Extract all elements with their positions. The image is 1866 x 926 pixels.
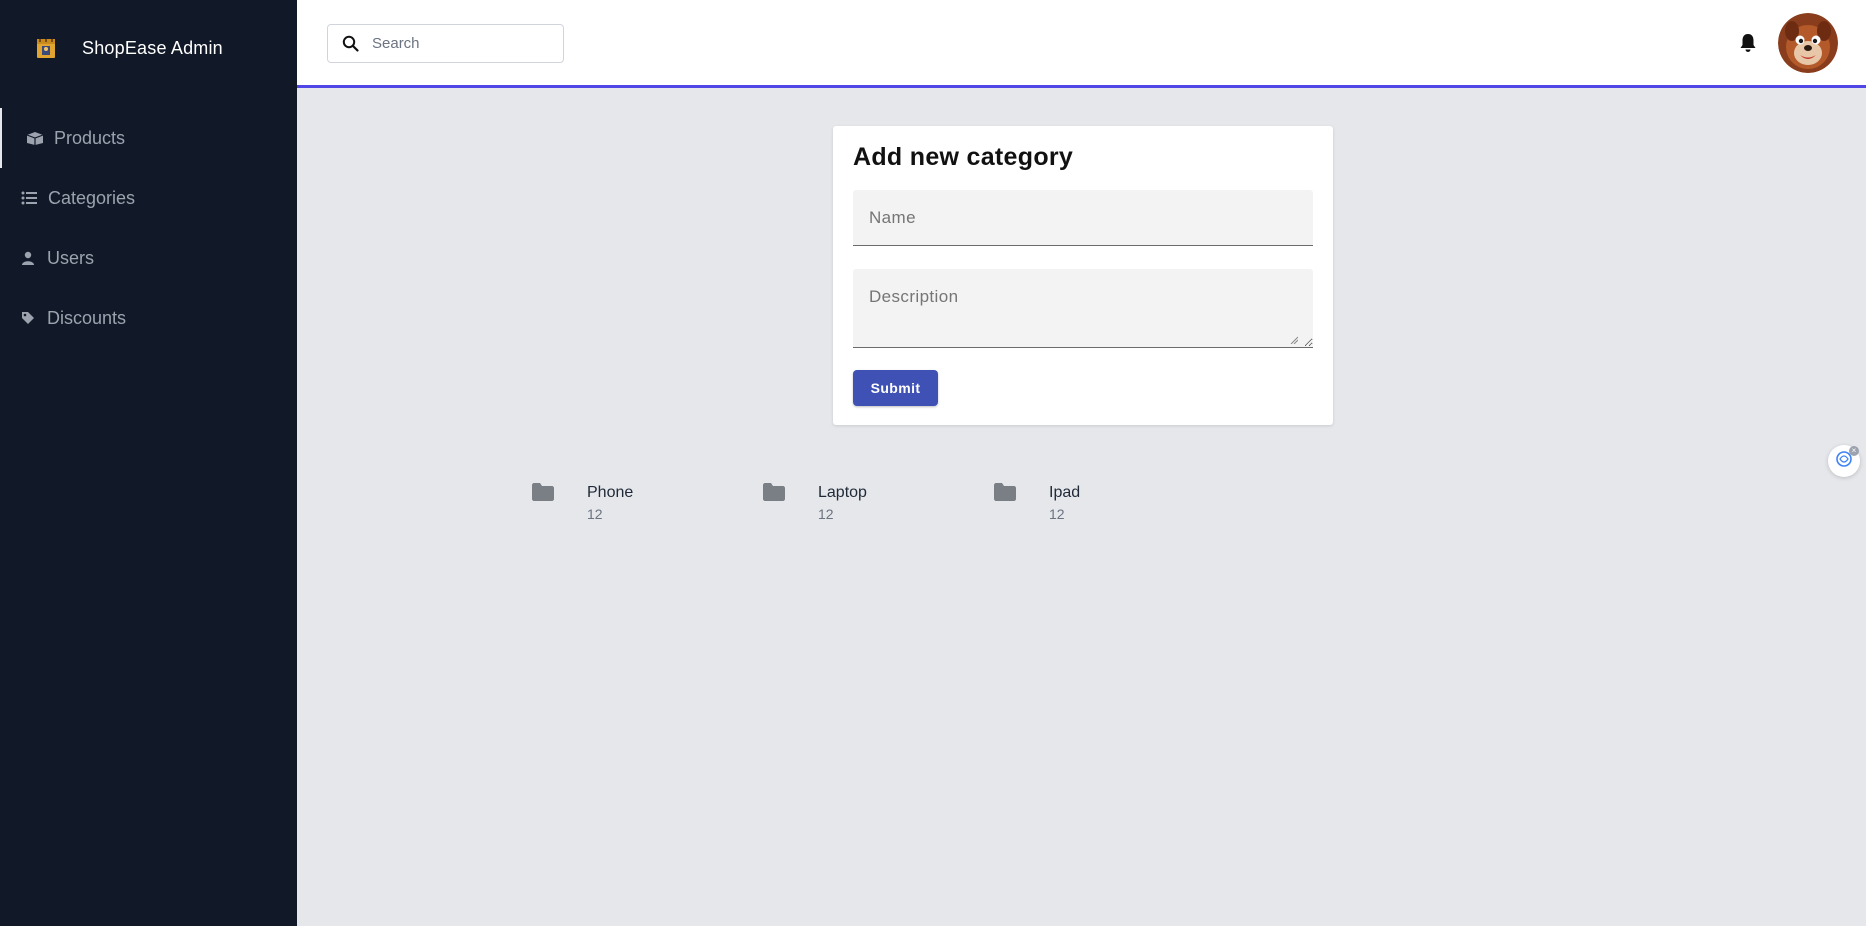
card-title: Add new category [853, 143, 1074, 171]
avatar[interactable] [1778, 13, 1838, 73]
name-field[interactable] [853, 190, 1313, 246]
sidebar-item-label: Users [47, 247, 95, 268]
submit-button[interactable]: Submit [853, 370, 938, 406]
folder-icon [532, 483, 554, 501]
name-input[interactable] [853, 190, 1313, 245]
brand[interactable]: ShopEase Admin [34, 34, 223, 62]
category-name: Phone [587, 484, 634, 501]
bell-icon[interactable] [1737, 31, 1759, 55]
box-icon [26, 129, 44, 147]
assistant-widget-button[interactable]: × [1828, 445, 1860, 477]
resize-handle-icon[interactable] [1290, 331, 1299, 345]
close-icon[interactable]: × [1849, 446, 1859, 456]
shop-logo-icon [34, 36, 58, 60]
sidebar-item-users[interactable]: Users [0, 228, 297, 288]
category-item-phone[interactable]: Phone 12 [530, 476, 730, 526]
category-name: Ipad [1049, 484, 1081, 501]
category-count: 12 [1049, 506, 1065, 522]
top-header [297, 0, 1866, 88]
sidebar-item-label: Categories [48, 187, 136, 208]
category-item-laptop[interactable]: Laptop 12 [761, 476, 961, 526]
folder-icon [994, 483, 1016, 501]
search-icon [342, 35, 360, 53]
category-count: 12 [587, 506, 603, 522]
category-count: 12 [818, 506, 834, 522]
sidebar-item-categories[interactable]: Categories [0, 168, 297, 228]
category-item-ipad[interactable]: Ipad 12 [992, 476, 1192, 526]
description-field[interactable] [853, 269, 1313, 348]
add-category-card: Add new category Submit [833, 126, 1333, 425]
brand-title: ShopEase Admin [82, 37, 223, 58]
search-input[interactable] [372, 35, 552, 52]
sidebar: ShopEase Admin Products Categories Users… [0, 0, 297, 926]
sidebar-item-discounts[interactable]: Discounts [0, 288, 297, 348]
user-icon [19, 249, 37, 267]
sidebar-item-products[interactable]: Products [0, 108, 297, 168]
folder-icon [763, 483, 785, 501]
list-icon [20, 189, 38, 207]
category-name: Laptop [818, 484, 867, 501]
sidebar-item-label: Discounts [47, 307, 127, 328]
sidebar-nav: Products Categories Users Discounts [0, 108, 297, 348]
sidebar-item-label: Products [54, 127, 126, 148]
description-input[interactable] [853, 269, 1313, 347]
tag-icon [19, 309, 37, 327]
search-box[interactable] [327, 24, 564, 63]
